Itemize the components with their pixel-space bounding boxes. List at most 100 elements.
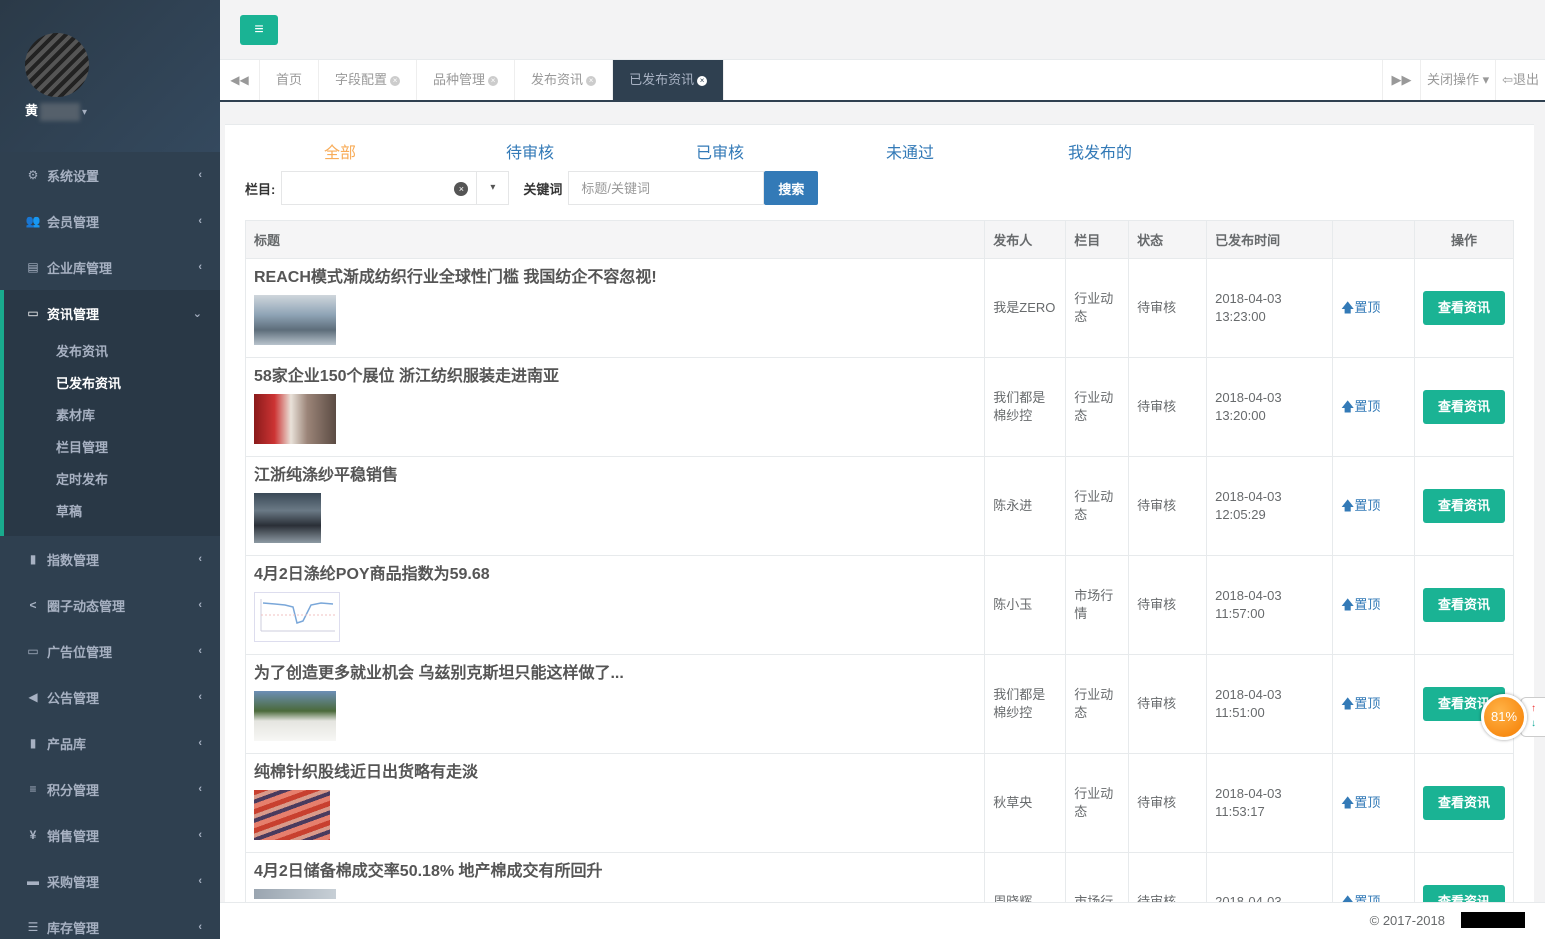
monitor-icon: ▭ <box>27 644 39 658</box>
pin-to-top-link[interactable]: 🡅置顶 <box>1341 696 1380 711</box>
news-thumbnail[interactable] <box>254 394 336 444</box>
keyword-input[interactable] <box>568 171 765 205</box>
table-row: 江浙纯涤纱平稳销售 陈永进 行业动态 待审核 2018-04-03 12:05:2… <box>244 456 1515 556</box>
avatar[interactable] <box>25 33 89 97</box>
sidebar-item-enterprise-library[interactable]: ▤ 企业库管理 ‹ <box>0 244 220 290</box>
column-cell: 行业动态 <box>1065 654 1130 754</box>
sidebar-item-purchasing[interactable]: ▬ 采购管理 ‹ <box>0 858 220 904</box>
news-thumbnail[interactable] <box>254 889 336 899</box>
clear-icon[interactable]: × <box>454 182 469 196</box>
tab-home[interactable]: 首页 <box>260 60 320 100</box>
chevron-down-icon: ⌄ <box>192 307 202 320</box>
column-header-actions: 操作 <box>1413 220 1515 259</box>
sidebar-subitem-material-library[interactable]: 素材库 <box>4 400 220 432</box>
news-title[interactable]: REACH模式渐成纺织行业全球性门槛 我国纺企不容忽视! <box>254 269 976 287</box>
download-arrow-icon: ↓ <box>1531 718 1536 729</box>
sidebar-subitem-scheduled-publish[interactable]: 定时发布 <box>4 464 220 496</box>
sidebar-item-system-settings[interactable]: ⚙ 系统设置 ‹ <box>0 152 220 198</box>
main-content: 全部 待审核 已审核 未通过 我发布的 栏目: × ▾ 关键词 搜索 标题 发布… <box>225 124 1534 914</box>
chevron-left-icon: ‹ <box>198 783 202 795</box>
pin-to-top-link[interactable]: 🡅置顶 <box>1341 597 1380 612</box>
search-button[interactable]: 搜索 <box>764 171 819 205</box>
caret-down-icon[interactable]: ▾ <box>476 172 508 204</box>
title-cell: 58家企业150个展位 浙江纺织服装走进南亚 <box>244 357 986 457</box>
close-operations-dropdown[interactable]: 关闭操作 ▾ <box>1419 60 1495 100</box>
pin-to-top-link[interactable]: 🡅置顶 <box>1341 498 1380 513</box>
news-thumbnail[interactable] <box>254 592 340 642</box>
news-title[interactable]: 江浙纯涤纱平稳销售 <box>254 467 976 485</box>
news-thumbnail[interactable] <box>254 790 330 840</box>
column-cell: 行业动态 <box>1065 258 1130 358</box>
close-icon[interactable]: × <box>488 75 499 86</box>
logout-button[interactable]: ⇦退出 <box>1495 60 1545 100</box>
close-icon[interactable]: × <box>390 75 401 86</box>
sidebar-item-announcements[interactable]: ◀ 公告管理 ‹ <box>0 674 220 720</box>
pin-cell: 🡅置顶 <box>1332 753 1415 853</box>
pin-to-top-link[interactable]: 🡅置顶 <box>1341 399 1380 414</box>
sidebar-subitem-column-management[interactable]: 栏目管理 <box>4 432 220 464</box>
view-news-button[interactable]: 查看资讯 <box>1422 588 1505 622</box>
news-title[interactable]: 58家企业150个展位 浙江纺织服装走进南亚 <box>254 368 976 386</box>
filter-tab-pending[interactable]: 待审核 <box>470 139 590 163</box>
sidebar-subitem-publish-news[interactable]: 发布资讯 <box>4 336 220 368</box>
sidebar-item-members[interactable]: 👥 会员管理 ‹ <box>0 198 220 244</box>
profile-name[interactable]: 黄 ▾ <box>25 100 87 121</box>
tab-publish-news[interactable]: 发布资讯 × <box>515 60 614 100</box>
view-news-button[interactable]: 查看资讯 <box>1422 291 1505 325</box>
filter-tab-all[interactable]: 全部 <box>280 139 400 163</box>
tab-label: 品种管理 <box>433 72 486 87</box>
news-title[interactable]: 纯棉针织股线近日出货略有走淡 <box>254 764 976 782</box>
sidebar-item-ad-slots[interactable]: ▭ 广告位管理 ‹ <box>0 628 220 674</box>
tab-scroll-right-button[interactable]: ▶▶ <box>1381 60 1420 100</box>
sidebar-item-inventory[interactable]: ☰ 库存管理 ‹ <box>0 904 220 939</box>
profile-name-text: 黄 <box>25 103 39 118</box>
pin-to-top-link[interactable]: 🡅置顶 <box>1341 300 1380 315</box>
column-select[interactable]: × ▾ <box>281 171 510 205</box>
pin-to-top-link[interactable]: 🡅置顶 <box>1341 795 1380 810</box>
close-icon[interactable]: × <box>697 75 708 86</box>
tab-variety-management[interactable]: 品种管理 × <box>417 60 516 100</box>
sidebar-item-label: 采购管理 <box>47 874 100 890</box>
sidebar-group-news: ▭ 资讯管理 ⌄ 发布资讯 已发布资讯 素材库 栏目管理 定时发布 草稿 <box>0 290 220 536</box>
column-header-pin <box>1332 220 1415 259</box>
close-icon[interactable]: × <box>586 75 597 86</box>
pin-cell: 🡅置顶 <box>1332 654 1415 754</box>
filter-tab-rejected[interactable]: 未通过 <box>850 139 970 163</box>
sidebar: 黄 ▾ ⚙ 系统设置 ‹ 👥 会员管理 ‹ ▤ 企业库管理 ‹ ▭ 资讯管理 ⌄ … <box>0 0 220 939</box>
publish-time: 13:20:00 <box>1215 408 1266 423</box>
publish-time: 13:23:00 <box>1215 309 1266 324</box>
pin-cell: 🡅置顶 <box>1332 357 1415 457</box>
time-cell: 2018-04-03 11:51:00 <box>1206 654 1334 754</box>
upload-arrow-icon: ↑ <box>1531 703 1536 714</box>
news-table: 标题 发布人 栏目 状态 已发布时间 操作 REACH模式渐成纺织行业全球性门槛… <box>244 220 1515 914</box>
tab-label: 发布资讯 <box>531 72 584 87</box>
sidebar-item-index[interactable]: ▮ 指数管理 ‹ <box>0 536 220 582</box>
sidebar-item-sales[interactable]: ¥ 销售管理 ‹ <box>0 812 220 858</box>
sidebar-item-points[interactable]: ≡ 积分管理 ‹ <box>0 766 220 812</box>
filter-tab-mine[interactable]: 我发布的 <box>1040 139 1160 163</box>
tab-published-news[interactable]: 已发布资讯 × <box>613 60 725 100</box>
sidebar-subitem-published-news[interactable]: 已发布资讯 <box>4 368 220 400</box>
news-title[interactable]: 4月2日储备棉成交率50.18% 地产棉成交有所回升 <box>254 863 976 881</box>
tab-field-config[interactable]: 字段配置 × <box>319 60 418 100</box>
time-cell: 2018-04-03 13:23:00 <box>1206 258 1334 358</box>
news-title[interactable]: 4月2日涤纶POY商品指数为59.68 <box>254 566 976 584</box>
chevron-left-icon: ‹ <box>198 645 202 657</box>
speed-widget-ball[interactable]: 81% <box>1481 694 1527 740</box>
news-title[interactable]: 为了创造更多就业机会 乌兹别克斯坦只能这样做了... <box>254 665 976 683</box>
news-thumbnail[interactable] <box>254 493 321 543</box>
column-label: 栏目: <box>245 181 276 197</box>
menu-toggle-button[interactable]: ≡ <box>240 15 278 45</box>
view-news-button[interactable]: 查看资讯 <box>1422 489 1505 523</box>
sidebar-item-news[interactable]: ▭ 资讯管理 ⌄ <box>4 290 220 336</box>
sidebar-subitem-drafts[interactable]: 草稿 <box>4 496 220 528</box>
news-thumbnail[interactable] <box>254 295 336 345</box>
filter-tab-approved[interactable]: 已审核 <box>660 139 780 163</box>
view-news-button[interactable]: 查看资讯 <box>1422 786 1505 820</box>
chevron-left-icon: ‹ <box>198 875 202 887</box>
news-thumbnail[interactable] <box>254 691 336 741</box>
view-news-button[interactable]: 查看资讯 <box>1422 390 1505 424</box>
tab-scroll-left-button[interactable]: ◀◀ <box>220 60 260 100</box>
sidebar-item-products[interactable]: ▮ 产品库 ‹ <box>0 720 220 766</box>
sidebar-item-circle-feed[interactable]: < 圈子动态管理 ‹ <box>0 582 220 628</box>
